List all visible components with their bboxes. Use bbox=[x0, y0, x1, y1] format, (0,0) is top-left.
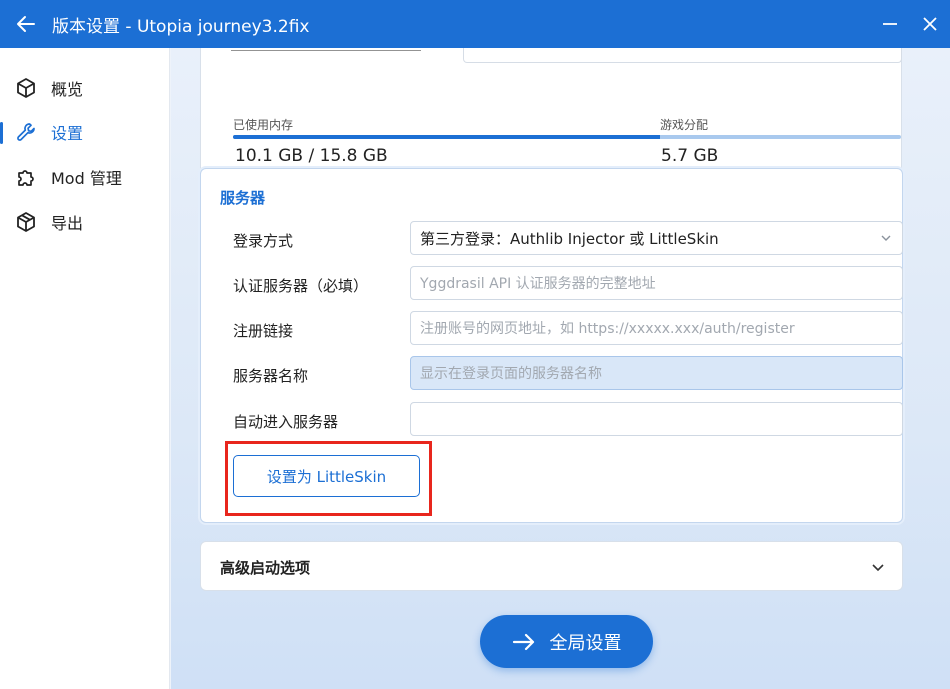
server-name-placeholder: 显示在登录页面的服务器名称 bbox=[420, 366, 602, 382]
wrench-icon bbox=[13, 119, 39, 145]
main-content[interactable]: 已使用内存 游戏分配 10.1 GB / 15.8 GB 5.7 GB 服务器 … bbox=[171, 48, 950, 689]
server-name-input[interactable]: 显示在登录页面的服务器名称 bbox=[410, 356, 903, 390]
sidebar-item-label: Mod 管理 bbox=[51, 169, 122, 188]
cut-off-field[interactable] bbox=[463, 48, 902, 63]
login-method-select[interactable]: 第三方登录：Authlib Injector 或 LittleSkin bbox=[410, 221, 903, 255]
auto-join-input[interactable] bbox=[410, 402, 903, 436]
register-link-input[interactable]: 注册账号的网页地址，如 https://xxxxx.xxx/auth/regis… bbox=[410, 311, 903, 345]
login-method-label: 登录方式 bbox=[233, 232, 294, 250]
register-link-placeholder: 注册账号的网页地址，如 https://xxxxx.xxx/auth/regis… bbox=[420, 321, 795, 337]
sidebar-item-label: 导出 bbox=[51, 214, 84, 233]
memory-bar-fill bbox=[233, 135, 660, 139]
chevron-down-icon bbox=[881, 235, 891, 241]
auth-server-input[interactable]: Yggdrasil API 认证服务器的完整地址 bbox=[410, 266, 903, 300]
server-name-label: 服务器名称 bbox=[233, 367, 309, 385]
auto-join-label: 自动进入服务器 bbox=[233, 413, 339, 431]
arrow-left-icon bbox=[17, 16, 35, 32]
close-button[interactable] bbox=[910, 0, 950, 48]
register-link-label: 注册链接 bbox=[233, 322, 294, 340]
game-allocation-label: 游戏分配 bbox=[660, 118, 709, 132]
used-memory-label: 已使用内存 bbox=[233, 118, 294, 132]
sidebar: 概览 设置 Mod 管理 导出 bbox=[0, 48, 170, 689]
title-bar: 版本设置 - Utopia journey3.2fix bbox=[0, 0, 950, 48]
sidebar-item-mod-management[interactable]: Mod 管理 bbox=[0, 157, 170, 197]
sidebar-item-label: 设置 bbox=[51, 124, 84, 143]
cut-off-label bbox=[231, 48, 431, 51]
sidebar-item-label: 概览 bbox=[51, 80, 84, 99]
game-allocation-value: 5.7 GB bbox=[661, 146, 719, 166]
minimize-icon bbox=[883, 23, 897, 25]
chevron-down-icon[interactable] bbox=[871, 560, 885, 574]
auth-server-placeholder: Yggdrasil API 认证服务器的完整地址 bbox=[420, 276, 656, 292]
sidebar-item-settings[interactable]: 设置 bbox=[0, 112, 170, 152]
global-settings-label: 全局设置 bbox=[549, 632, 622, 654]
cube-icon bbox=[13, 75, 39, 101]
memory-bar bbox=[233, 135, 901, 139]
window-title: 版本设置 - Utopia journey3.2fix bbox=[52, 16, 310, 37]
server-section-title: 服务器 bbox=[220, 189, 266, 207]
global-settings-button[interactable]: 全局设置 bbox=[480, 615, 653, 668]
minimize-button[interactable] bbox=[870, 0, 910, 48]
puzzle-icon bbox=[13, 164, 39, 190]
set-littleskin-button[interactable]: 设置为 LittleSkin bbox=[233, 455, 420, 497]
sidebar-item-overview[interactable]: 概览 bbox=[0, 68, 170, 108]
advanced-options-card[interactable]: 高级启动选项 bbox=[200, 541, 903, 591]
advanced-options-title: 高级启动选项 bbox=[220, 559, 311, 577]
sidebar-item-export[interactable]: 导出 bbox=[0, 202, 170, 242]
server-card: 服务器 登录方式 第三方登录：Authlib Injector 或 Little… bbox=[200, 168, 903, 523]
auth-server-label: 认证服务器（必填） bbox=[233, 277, 369, 295]
back-button[interactable] bbox=[0, 0, 52, 48]
login-method-value: 第三方登录：Authlib Injector 或 LittleSkin bbox=[420, 229, 719, 248]
close-icon bbox=[923, 17, 937, 31]
used-memory-value: 10.1 GB / 15.8 GB bbox=[235, 146, 388, 166]
box-icon bbox=[13, 209, 39, 235]
arrow-right-icon bbox=[512, 632, 536, 652]
